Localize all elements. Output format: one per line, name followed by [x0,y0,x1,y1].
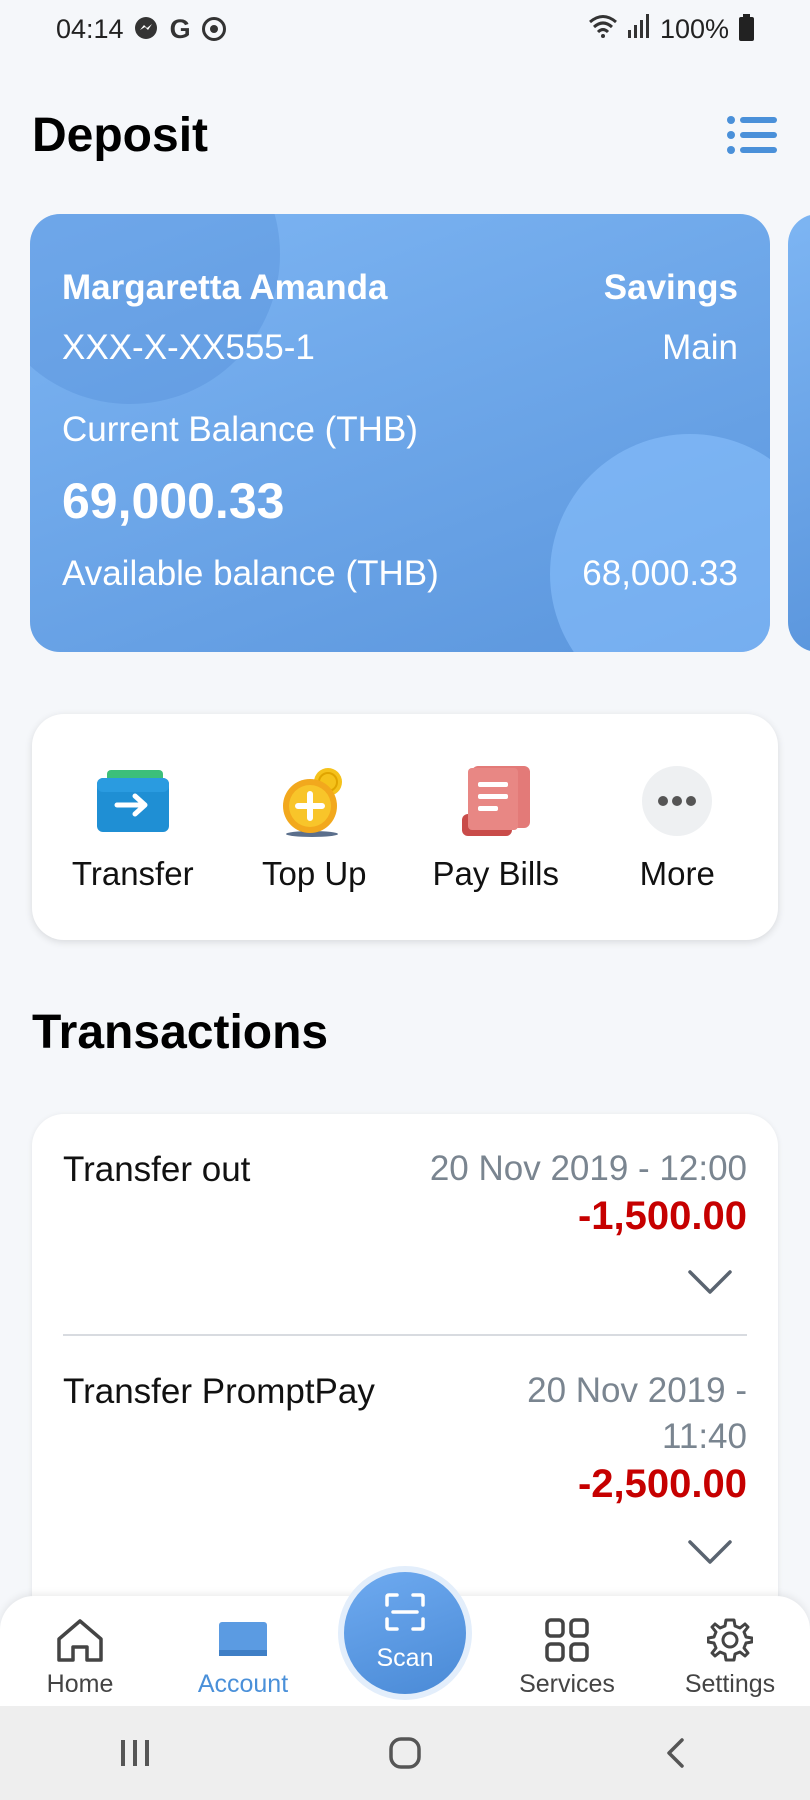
transaction-item[interactable]: Transfer PromptPay 20 Nov 2019 - 11:40 -… [63,1371,747,1572]
transactions-title: Transactions [32,1006,329,1059]
status-bar: 04:14 G 100% [0,0,810,58]
account-card-icon [217,1616,269,1664]
status-left: 04:14 G [56,14,227,45]
scan-button[interactable]: Scan [338,1566,472,1700]
divider [63,1334,747,1336]
nav-account[interactable]: Account [168,1616,318,1699]
card-row-number: XXX-X-XX555-1 Main [62,328,738,368]
card-row-available: Available balance (THB) 68,000.33 [62,554,738,594]
transfer-button[interactable]: Transfer [48,761,218,893]
grid-icon [541,1616,593,1664]
transaction-date-time: 11:40 [662,1417,747,1456]
sync-icon [201,16,227,42]
scan-label: Scan [376,1644,434,1672]
transaction-date: 20 Nov 2019 - 12:00 [429,1149,747,1188]
account-holder-name: Margaretta Amanda [62,268,388,307]
account-card-carousel[interactable]: Margaretta Amanda Savings XXX-X-XX555-1 … [30,214,810,652]
transaction-item[interactable]: Transfer out 20 Nov 2019 - 12:00 -1,500.… [63,1149,747,1300]
nav-settings-label: Settings [684,1670,776,1698]
transaction-name: Transfer PromptPay [63,1372,375,1411]
transaction-amount: -2,500.00 [577,1462,747,1506]
quick-actions: Transfer Top Up Pay Bills More [32,714,778,940]
recent-apps-icon[interactable] [105,1723,165,1783]
nav-home-label: Home [46,1670,114,1698]
pay-bills-label: Pay Bills [432,855,560,892]
top-up-button[interactable]: Top Up [229,761,399,893]
available-balance-label: Available balance (THB) [62,554,439,593]
battery-icon [739,14,754,41]
transaction-amount: -1,500.00 [577,1194,747,1238]
header: Deposit [32,100,778,170]
account-type: Savings [603,268,738,307]
more-dots-icon [637,761,717,841]
next-account-card[interactable] [788,214,810,652]
status-time: 04:14 [56,13,124,44]
transfer-label: Transfer [71,855,194,892]
coin-plus-icon [274,761,354,841]
nav-home[interactable]: Home [5,1616,155,1699]
scan-icon [385,1593,425,1636]
page-title: Deposit [32,108,209,162]
card-row-balance-label: Current Balance (THB) [62,410,738,450]
nav-settings[interactable]: Settings [655,1616,805,1699]
gear-icon [704,1616,756,1664]
home-icon [54,1616,106,1664]
system-nav-bar [0,1706,810,1800]
available-balance-value: 68,000.33 [582,554,738,593]
current-balance-value: 69,000.33 [62,473,285,529]
status-right: 100% [588,13,754,45]
home-circle-icon[interactable] [375,1723,435,1783]
account-card[interactable]: Margaretta Amanda Savings XXX-X-XX555-1 … [30,214,770,652]
more-button[interactable]: More [592,761,762,893]
google-icon: G [169,13,191,44]
account-label: Main [662,328,738,367]
list-menu-icon[interactable] [726,113,778,157]
wallet-transfer-icon [93,761,173,841]
nav-services[interactable]: Services [492,1616,642,1699]
nav-services-label: Services [519,1670,615,1698]
top-up-label: Top Up [261,855,367,892]
account-number: XXX-X-XX555-1 [62,328,315,367]
transaction-name: Transfer out [63,1150,251,1189]
chevron-down-icon[interactable] [687,1538,733,1568]
current-balance-label: Current Balance (THB) [62,410,418,449]
messenger-icon [134,16,160,42]
card-row-balance: 69,000.33 [62,472,738,530]
card-row-name: Margaretta Amanda Savings [62,268,738,308]
back-icon[interactable] [645,1723,705,1783]
signal-icon [627,13,650,45]
bill-receipt-icon [456,761,536,841]
card-content: Margaretta Amanda Savings XXX-X-XX555-1 … [62,214,738,652]
battery-percent: 100% [659,13,729,44]
pay-bills-button[interactable]: Pay Bills [411,761,581,893]
chevron-down-icon[interactable] [687,1268,733,1298]
nav-account-label: Account [197,1670,289,1698]
wifi-icon [588,14,618,45]
more-label: More [639,855,715,892]
transaction-date: 20 Nov 2019 - [527,1371,747,1410]
